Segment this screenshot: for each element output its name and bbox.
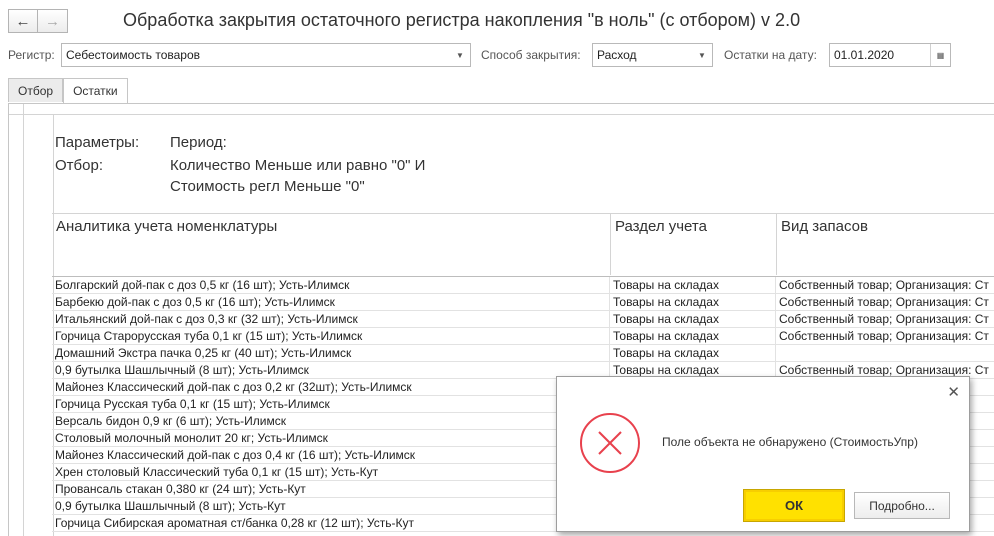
table-row[interactable]: Горчица Старорусская туба 0,1 кг (15 шт)…: [52, 328, 994, 345]
cell-analytics: Версаль бидон 0,9 кг (6 шт); Усть-Илимск: [52, 413, 610, 429]
cell-analytics: Домашний Экстра пачка 0,25 кг (40 шт); У…: [52, 345, 610, 361]
tab-remains[interactable]: Остатки: [63, 78, 128, 104]
calendar-icon[interactable]: ▦: [930, 44, 950, 66]
date-label: Остатки на дату:: [724, 48, 817, 62]
cell-analytics: 0,9 бутылка Шашлычный (8 шт); Усть-Илимс…: [52, 362, 610, 378]
period-label: Период:: [170, 134, 227, 151]
params-label: Параметры:: [55, 134, 140, 151]
navigation-buttons: ← →: [8, 9, 68, 33]
cell-section: Товары на складах: [610, 294, 776, 310]
cell-section: Товары на складах: [610, 311, 776, 327]
cell-analytics: Барбекю дой-пак с доз 0,5 кг (16 шт); Ус…: [52, 294, 610, 310]
sheet-divider: [9, 114, 994, 115]
forward-button[interactable]: →: [38, 9, 68, 33]
cell-analytics: 0,9 бутылка Шашлычный (8 шт); Усть-Кут: [52, 498, 610, 514]
cell-analytics: Столовый молочный монолит 20 кг; Усть-Ил…: [52, 430, 610, 446]
cell-stock-type: [776, 345, 994, 361]
column-header-analytics[interactable]: Аналитика учета номенклатуры: [52, 213, 610, 275]
error-dialog: ✕ Поле объекта не обнаружено (СтоимостьУ…: [556, 376, 970, 532]
date-field[interactable]: 01.01.2020 ▦: [829, 43, 951, 67]
column-header-stock-type[interactable]: Вид запасов: [776, 213, 994, 275]
cell-stock-type: Собственный товар; Организация: Ст: [779, 295, 989, 309]
cell-analytics: Майонез Классический дой-пак с доз 0,2 к…: [52, 379, 610, 395]
register-select[interactable]: Себестоимость товаров ▼: [61, 43, 471, 67]
cell-analytics: Майонез Классический дой-пак с доз 0,4 к…: [52, 447, 610, 463]
arrow-left-icon: ←: [15, 12, 31, 30]
cell-analytics: Горчица Русская туба 0,1 кг (15 шт); Уст…: [52, 396, 610, 412]
method-label: Способ закрытия:: [481, 48, 581, 62]
cell-analytics: Итальянский дой-пак с доз 0,3 кг (32 шт)…: [52, 311, 610, 327]
tab-bar: Отбор Остатки: [8, 78, 128, 104]
cell-stock-type: Собственный товар; Организация: Ст: [779, 312, 989, 326]
register-label: Регистр:: [8, 48, 55, 62]
tab-filter[interactable]: Отбор: [8, 78, 64, 102]
register-value: Себестоимость товаров: [66, 48, 201, 62]
filter-condition-1: Количество Меньше или равно "0" И: [170, 157, 426, 174]
cell-section: Товары на складах: [610, 277, 776, 293]
table-row[interactable]: Барбекю дой-пак с доз 0,5 кг (16 шт); Ус…: [52, 294, 994, 311]
window-title: Обработка закрытия остаточного регистра …: [123, 10, 801, 30]
error-message: Поле объекта не обнаружено (СтоимостьУпр…: [662, 435, 918, 449]
arrow-right-icon: →: [45, 12, 60, 30]
column-header-section[interactable]: Раздел учета: [610, 213, 776, 275]
date-value: 01.01.2020: [834, 48, 895, 62]
ok-button[interactable]: ОК: [743, 489, 845, 522]
chevron-down-icon[interactable]: ▼: [692, 44, 712, 66]
filter-condition-2: Стоимость регл Меньше "0": [170, 178, 365, 195]
table-row[interactable]: Итальянский дой-пак с доз 0,3 кг (32 шт)…: [52, 311, 994, 328]
chevron-down-icon[interactable]: ▼: [450, 44, 470, 66]
cell-analytics: Хрен столовый Классический туба 0,1 кг (…: [52, 464, 610, 480]
details-button[interactable]: Подробно...: [854, 492, 950, 519]
method-select[interactable]: Расход ▼: [592, 43, 713, 67]
cell-stock-type: Собственный товар; Организация: Ст: [779, 329, 989, 343]
table-row[interactable]: Болгарский дой-пак с доз 0,5 кг (16 шт);…: [52, 277, 994, 294]
cell-analytics: Горчица Сибирская ароматная ст/банка 0,2…: [52, 515, 610, 531]
close-icon[interactable]: ✕: [947, 383, 960, 401]
table-row[interactable]: Домашний Экстра пачка 0,25 кг (40 шт); У…: [52, 345, 994, 362]
cell-analytics: Болгарский дой-пак с доз 0,5 кг (16 шт);…: [52, 277, 610, 293]
method-value: Расход: [597, 48, 637, 62]
error-icon: [580, 413, 640, 473]
cell-section: Товары на складах: [610, 345, 776, 361]
cell-stock-type: Собственный товар; Организация: Ст: [779, 278, 989, 292]
cell-analytics: Горчица Старорусская туба 0,1 кг (15 шт)…: [52, 328, 610, 344]
cell-analytics: Провансаль стакан 0,380 кг (24 шт); Усть…: [52, 481, 610, 497]
cell-section: Товары на складах: [610, 328, 776, 344]
back-button[interactable]: ←: [8, 9, 38, 33]
sheet-divider: [23, 104, 24, 536]
filter-label: Отбор:: [55, 157, 103, 174]
